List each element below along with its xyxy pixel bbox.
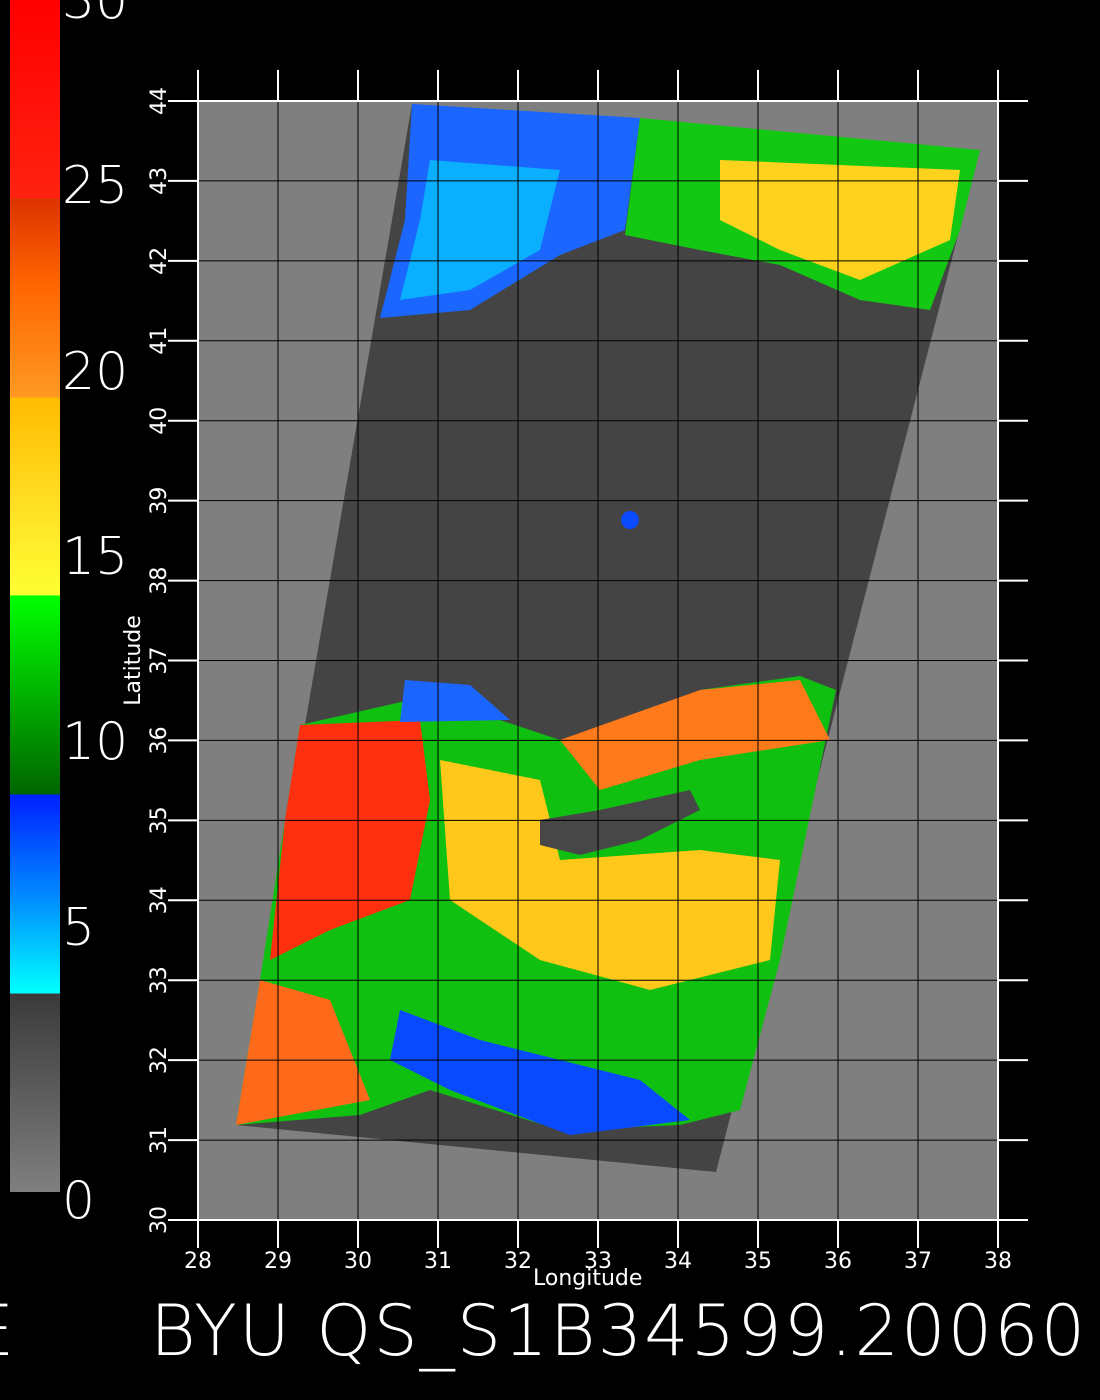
y-tick-label: 41 bbox=[147, 327, 172, 355]
y-tick-label: 31 bbox=[147, 1126, 172, 1154]
y-tick-label: 44 bbox=[147, 87, 172, 115]
y-tick-label: 35 bbox=[147, 806, 172, 834]
y-tick-label: 30 bbox=[147, 1206, 172, 1234]
y-tick-label: 40 bbox=[147, 407, 172, 435]
x-tick-label: 29 bbox=[264, 1249, 292, 1274]
footer-title: BYU QS_S1B34599.20060 bbox=[150, 1290, 1088, 1372]
y-tick-label: 36 bbox=[147, 726, 172, 754]
y-axis-title: Latitude bbox=[120, 615, 146, 706]
y-tick-label: 38 bbox=[147, 567, 172, 595]
x-tick-label: 32 bbox=[504, 1249, 532, 1274]
y-tick-label: 32 bbox=[147, 1046, 172, 1074]
x-tick-label: 36 bbox=[824, 1249, 852, 1274]
x-tick-label: 35 bbox=[744, 1249, 772, 1274]
y-tick-label: 33 bbox=[147, 966, 172, 994]
y-tick-label: 39 bbox=[147, 487, 172, 515]
x-tick-label: 34 bbox=[664, 1249, 692, 1274]
footer-left-fragment: E bbox=[0, 1290, 14, 1372]
island-marker bbox=[621, 511, 639, 529]
y-tick-label: 34 bbox=[147, 886, 172, 914]
y-tick-label: 43 bbox=[147, 167, 172, 195]
x-tick-label: 38 bbox=[984, 1249, 1012, 1274]
map-plot: 28 29 30 31 32 33 34 35 36 37 38303132333435363738… bbox=[147, 70, 1028, 1274]
y-tick-label: 37 bbox=[147, 647, 172, 675]
x-tick-label: 37 bbox=[904, 1249, 932, 1274]
x-tick-label: 28 bbox=[184, 1249, 212, 1274]
x-tick-label: 30 bbox=[344, 1249, 372, 1274]
y-tick-label: 42 bbox=[147, 247, 172, 275]
x-axis-title: Longitude bbox=[533, 1266, 643, 1291]
x-tick-label: 31 bbox=[424, 1249, 452, 1274]
